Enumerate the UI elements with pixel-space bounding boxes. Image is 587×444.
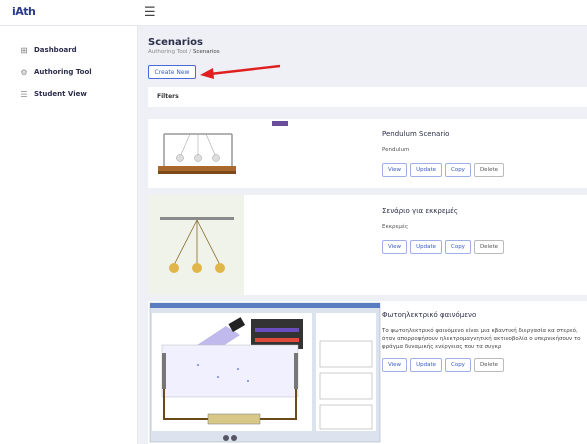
sidebar-item-student-view[interactable]: ☰ Student View [0,83,137,105]
scenario-description: Το φωτοηλεκτρικό φαινόμενο είναι μια κβα… [382,328,581,350]
update-button[interactable]: Update [410,163,442,177]
view-button[interactable]: View [382,240,408,254]
scenario-title: Pendulum Scenario [382,130,450,138]
sidebar-item-dashboard[interactable]: ⊞ Dashboard [0,39,137,61]
create-new-button[interactable]: Create New [148,65,196,79]
app-logo-text: iAth [12,5,36,18]
scenario-title: Σενάριο για εκκρεμές [382,207,459,215]
scenario-actions: View Update Copy Delete [382,240,505,254]
scenario-title: Φωτοηλεκτρικό φαινόμενο [382,311,477,319]
pendulum-greek-thumbnail [148,195,244,295]
view-button[interactable]: View [382,163,408,177]
update-button[interactable]: Update [410,358,442,372]
scenario-card: Φωτοηλεκτρικό φαινόμενο Το φωτοηλεκτρικό… [148,301,587,444]
sidebar: ⊞ Dashboard ⚙ Authoring Tool ☰ Student V… [0,26,138,444]
filters-panel[interactable]: Filters [148,87,587,107]
sidebar-item-label: Authoring Tool [34,68,92,76]
thumbnail-logo-icon [272,121,288,126]
breadcrumb-current: Scenarios [192,49,220,55]
scenario-actions: View Update Copy Delete [382,163,505,177]
copy-button[interactable]: Copy [444,358,471,372]
sidebar-item-authoring-tool[interactable]: ⚙ Authoring Tool [0,61,137,83]
sidebar-item-label: Dashboard [34,46,77,54]
breadcrumb: Authoring Tool / Scenarios [148,49,220,55]
photoelectric-simulation-thumbnail [148,301,382,444]
scenario-actions: View Update Copy Delete [382,358,505,372]
sidebar-item-label: Student View [34,90,87,98]
top-bar: iAth ☰ [0,0,587,26]
filters-label: Filters [157,93,179,100]
page-title: Scenarios [148,37,203,48]
update-button[interactable]: Update [410,240,442,254]
scenario-subtitle: Εκκρεμές [382,224,409,230]
app-logo[interactable]: iAth [12,5,36,18]
scenario-subtitle: Pendulum [382,147,410,153]
annotation-arrow-icon [200,64,281,79]
scenario-card: Σενάριο για εκκρεμές Εκκρεμές View Updat… [148,195,587,295]
delete-button[interactable]: Delete [473,163,505,177]
pendulum-scenario-thumbnail [148,119,244,188]
scenario-card: Pendulum Scenario Pendulum View Update C… [148,119,587,188]
list-icon: ☰ [20,89,28,99]
gear-icon: ⚙ [20,67,28,77]
delete-button[interactable]: Delete [473,358,505,372]
breadcrumb-separator: / [189,49,192,55]
breadcrumb-root[interactable]: Authoring Tool [148,49,187,55]
main-content: Scenarios Authoring Tool / Scenarios Cre… [138,26,587,444]
delete-button[interactable]: Delete [473,240,505,254]
copy-button[interactable]: Copy [444,240,471,254]
hamburger-menu-icon[interactable]: ☰ [144,6,156,19]
grid-icon: ⊞ [20,45,28,55]
view-button[interactable]: View [382,358,408,372]
copy-button[interactable]: Copy [444,163,471,177]
